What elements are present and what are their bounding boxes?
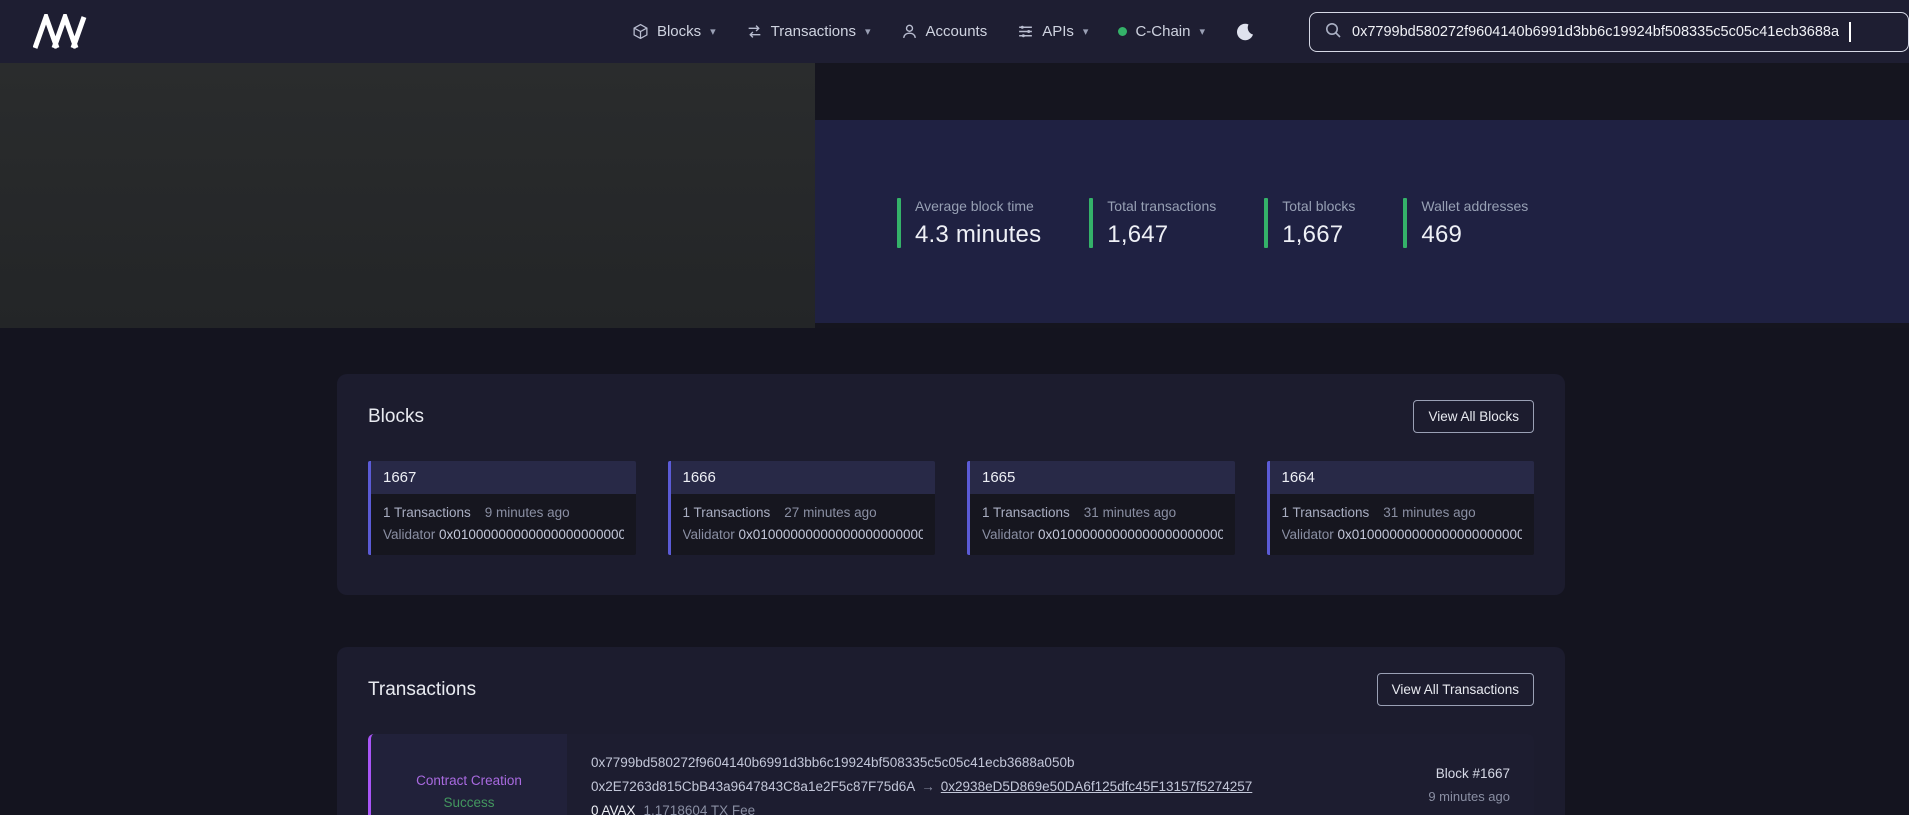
stat-average-block-time: Average block time 4.3 minutes — [897, 198, 1041, 249]
validator-address: 0x0100000000000000000000000... — [439, 527, 623, 542]
stat-accent-bar — [1264, 198, 1268, 248]
chevron-down-icon: ▾ — [710, 25, 716, 38]
to-address-link[interactable]: 0x2938eD5D869e50DA6f125dfc45F13157f52742… — [941, 779, 1253, 794]
chevron-down-icon: ▾ — [865, 25, 871, 38]
view-all-transactions-button[interactable]: View All Transactions — [1377, 673, 1534, 706]
main-content: Blocks View All Blocks 1667 1 Transactio… — [337, 374, 1565, 815]
block-card: 1664 1 Transactions 31 minutes ago Valida… — [1267, 461, 1535, 555]
transaction-details-cell: 0x7799bd580272f9604140b6991d3bb6c19924bf… — [567, 734, 1334, 815]
block-age: 31 minutes ago — [1383, 505, 1475, 520]
chevron-down-icon: ▾ — [1083, 25, 1089, 38]
avalanche-logo[interactable] — [33, 14, 91, 50]
stat-value: 1,667 — [1282, 221, 1355, 249]
stat-label: Average block time — [915, 198, 1041, 214]
transaction-hash-link[interactable]: 0x7799bd580272f9604140b6991d3bb6c19924bf… — [591, 754, 1310, 772]
block-card: 1665 1 Transactions 31 minutes ago Valida… — [967, 461, 1235, 555]
block-number-link[interactable]: 1667 — [383, 469, 416, 486]
stat-accent-bar — [897, 198, 901, 248]
nav-label-apis: APIs — [1042, 23, 1074, 40]
stats-panel: Average block time 4.3 minutes Total tra… — [815, 120, 1909, 323]
block-number-link[interactable]: 1666 — [683, 469, 716, 486]
validator-label: Validator — [683, 527, 735, 542]
transaction-row: Contract Creation Success 0x7799bd580272… — [368, 734, 1534, 815]
search-input[interactable] — [1352, 24, 1839, 40]
nav-label-blocks: Blocks — [657, 23, 701, 40]
view-all-blocks-button[interactable]: View All Blocks — [1413, 400, 1534, 433]
block-age: 31 minutes ago — [1084, 505, 1176, 520]
stat-label: Wallet addresses — [1421, 198, 1528, 214]
transaction-block-link[interactable]: Block #1667 — [1334, 766, 1510, 781]
validator-address: 0x0100000000000000000000000... — [1338, 527, 1522, 542]
block-age: 27 minutes ago — [784, 505, 876, 520]
transaction-status-badge: Success — [443, 795, 494, 810]
block-card-row: 1667 1 Transactions 9 minutes ago Validat… — [368, 461, 1534, 555]
nav-item-c-chain[interactable]: C-Chain ▾ — [1118, 23, 1205, 40]
block-number-link[interactable]: 1664 — [1282, 469, 1315, 486]
blocks-title: Blocks — [368, 406, 424, 428]
block-tx-count: 1 Transactions — [1282, 505, 1370, 520]
transaction-fee: 1.1718604 TX Fee — [644, 803, 756, 815]
stat-wallet-addresses: Wallet addresses 469 — [1403, 198, 1528, 249]
validator-label: Validator — [383, 527, 435, 542]
stat-label: Total blocks — [1282, 198, 1355, 214]
hero-map-background — [0, 63, 815, 328]
nav-item-blocks[interactable]: Blocks ▾ — [632, 23, 716, 40]
transactions-icon — [746, 23, 763, 40]
c-chain-status-dot — [1118, 27, 1127, 36]
nav-item-transactions[interactable]: Transactions ▾ — [746, 23, 871, 40]
transactions-section: Transactions View All Transactions Contr… — [337, 647, 1565, 815]
transaction-meta-cell: Block #1667 9 minutes ago — [1334, 734, 1534, 815]
block-tx-count: 1 Transactions — [683, 505, 771, 520]
stat-value: 1,647 — [1107, 221, 1216, 249]
nav-label-transactions: Transactions — [771, 23, 856, 40]
nav-label-accounts: Accounts — [926, 23, 988, 40]
block-tx-count: 1 Transactions — [383, 505, 471, 520]
stat-total-blocks: Total blocks 1,667 — [1264, 198, 1355, 249]
chevron-down-icon: ▾ — [1199, 25, 1205, 38]
block-age: 9 minutes ago — [485, 505, 570, 520]
transaction-amount: 0 AVAX — [591, 803, 636, 815]
stat-accent-bar — [1403, 198, 1407, 248]
nav-item-accounts[interactable]: Accounts — [901, 23, 988, 40]
block-tx-count: 1 Transactions — [982, 505, 1070, 520]
moon-icon[interactable] — [1235, 22, 1255, 42]
transaction-status-cell: Contract Creation Success — [371, 734, 567, 815]
stat-value: 4.3 minutes — [915, 221, 1041, 249]
search-box — [1309, 12, 1909, 52]
block-number-link[interactable]: 1665 — [982, 469, 1015, 486]
stat-accent-bar — [1089, 198, 1093, 248]
block-card: 1667 1 Transactions 9 minutes ago Validat… — [368, 461, 636, 555]
text-caret — [1849, 22, 1851, 42]
list-icon — [1017, 23, 1034, 40]
navbar: Blocks ▾ Transactions ▾ Accounts — [0, 0, 1909, 63]
stat-value: 469 — [1421, 221, 1528, 249]
validator-address: 0x0100000000000000000000000... — [739, 527, 923, 542]
stat-label: Total transactions — [1107, 198, 1216, 214]
blocks-section: Blocks View All Blocks 1667 1 Transactio… — [337, 374, 1565, 595]
validator-address: 0x0100000000000000000000000... — [1038, 527, 1222, 542]
arrow-right-icon: → — [921, 779, 935, 794]
nav-label-c-chain: C-Chain — [1135, 23, 1190, 40]
validator-label: Validator — [1282, 527, 1334, 542]
nav-item-apis[interactable]: APIs ▾ — [1017, 23, 1088, 40]
block-card: 1666 1 Transactions 27 minutes ago Valida… — [668, 461, 936, 555]
search-icon — [1324, 21, 1342, 43]
from-address: 0x2E7263d815CbB43a9647843C8a1e2F5c87F75d… — [591, 779, 915, 794]
main-nav: Blocks ▾ Transactions ▾ Accounts — [632, 12, 1909, 52]
transactions-title: Transactions — [368, 679, 476, 701]
validator-label: Validator — [982, 527, 1034, 542]
stat-total-transactions: Total transactions 1,647 — [1089, 198, 1216, 249]
transaction-type: Contract Creation — [416, 773, 522, 788]
hero-section: Average block time 4.3 minutes Total tra… — [0, 63, 1909, 328]
cube-icon — [632, 23, 649, 40]
transaction-age: 9 minutes ago — [1334, 789, 1510, 804]
person-icon — [901, 23, 918, 40]
